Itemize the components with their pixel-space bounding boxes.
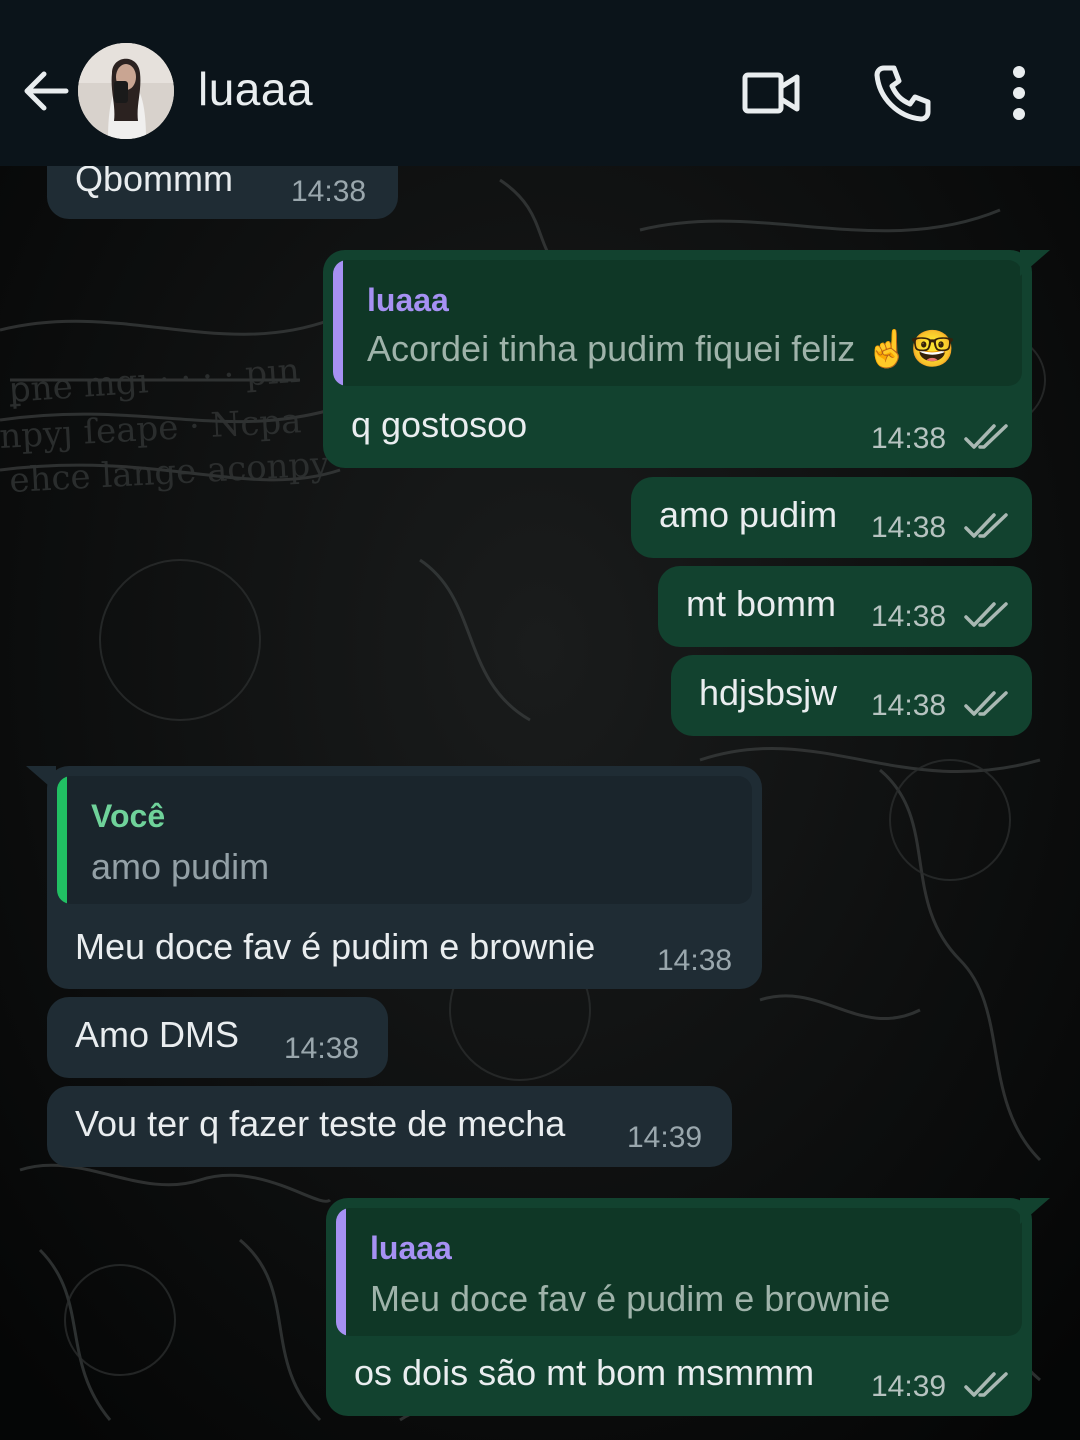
bubble-tail	[1020, 250, 1050, 276]
message-text: hdjsbsjw	[699, 672, 838, 713]
back-button[interactable]	[18, 64, 72, 118]
contact-name[interactable]: luaaa	[198, 62, 313, 116]
message-text: q gostosoo	[351, 404, 528, 445]
read-ticks-icon	[964, 1372, 1008, 1397]
quoted-message[interactable]: luaaa Acordei tinha pudim fiquei feliz ☝…	[333, 260, 1022, 386]
message-time: 14:38	[871, 689, 947, 722]
message-text: Meu doce fav é pudim e brownie	[75, 926, 596, 967]
message-time: 14:38	[657, 944, 733, 977]
voice-call-button[interactable]	[872, 62, 934, 124]
message-outgoing[interactable]: mt bomm 14:38	[658, 566, 1032, 647]
more-vertical-icon	[1013, 66, 1025, 120]
message-outgoing[interactable]: luaaa Meu doce fav é pudim e brownie os …	[326, 1198, 1032, 1416]
message-incoming[interactable]: Você amo pudim Meu doce fav é pudim e br…	[47, 766, 762, 989]
quote-accent-bar	[336, 1208, 346, 1336]
message-time: 14:39	[871, 1370, 947, 1403]
message-list[interactable]: Qbommm 14:38 luaaa Acordei tinha pudim f…	[0, 0, 1080, 1440]
bubble-tail	[26, 766, 56, 792]
quote-emojis: ☝️🤓	[865, 329, 955, 370]
more-options-button[interactable]	[992, 62, 1046, 124]
read-ticks-icon	[964, 602, 1008, 627]
quote-accent-bar	[57, 776, 67, 904]
phone-icon	[874, 65, 931, 122]
quoted-message[interactable]: luaaa Meu doce fav é pudim e brownie	[336, 1208, 1022, 1336]
message-text: mt bomm	[686, 583, 837, 624]
message-text: Amo DMS	[75, 1014, 240, 1055]
message-incoming[interactable]: Vou ter q fazer teste de mecha 14:39	[47, 1086, 732, 1167]
chat-screen: ꝑne mgı · · · · pın npyȷ ſeape · Ncpa eh…	[0, 0, 1080, 1440]
quote-author: luaaa	[370, 1230, 452, 1266]
arrow-left-icon	[24, 71, 69, 111]
quote-text: amo pudim	[91, 846, 270, 887]
quote-accent-bar	[333, 260, 343, 386]
profile-photo	[78, 43, 174, 139]
message-time: 14:38	[291, 175, 367, 208]
message-time: 14:38	[284, 1032, 360, 1065]
message-text: os dois são mt bom msmmm	[354, 1352, 815, 1393]
contact-avatar[interactable]	[78, 43, 174, 139]
message-outgoing[interactable]: luaaa Acordei tinha pudim fiquei feliz ☝…	[323, 250, 1032, 468]
quote-author: luaaa	[367, 282, 449, 318]
message-incoming[interactable]: Amo DMS 14:38	[47, 997, 388, 1078]
quote-text: Meu doce fav é pudim e brownie	[370, 1278, 891, 1319]
message-text: Vou ter q fazer teste de mecha	[75, 1103, 566, 1144]
video-camera-icon	[742, 72, 800, 114]
read-ticks-icon	[964, 691, 1008, 716]
message-text: amo pudim	[659, 494, 838, 535]
quoted-message[interactable]: Você amo pudim	[57, 776, 752, 904]
chat-header: luaaa	[0, 0, 1080, 166]
message-outgoing[interactable]: hdjsbsjw 14:38	[671, 655, 1032, 736]
message-outgoing[interactable]: amo pudim 14:38	[631, 477, 1032, 558]
bubble-tail	[1020, 1198, 1050, 1224]
quote-author: Você	[91, 798, 166, 834]
message-time: 14:38	[871, 511, 947, 544]
message-time: 14:38	[871, 600, 947, 633]
message-time: 14:39	[627, 1121, 703, 1154]
video-call-button[interactable]	[740, 62, 802, 124]
read-ticks-icon	[964, 424, 1008, 449]
quote-text-content: Acordei tinha pudim fiquei feliz	[367, 328, 856, 369]
read-ticks-icon	[964, 513, 1008, 538]
message-time: 14:38	[871, 422, 947, 455]
quote-text: Acordei tinha pudim fiquei feliz ☝️🤓	[367, 328, 955, 370]
